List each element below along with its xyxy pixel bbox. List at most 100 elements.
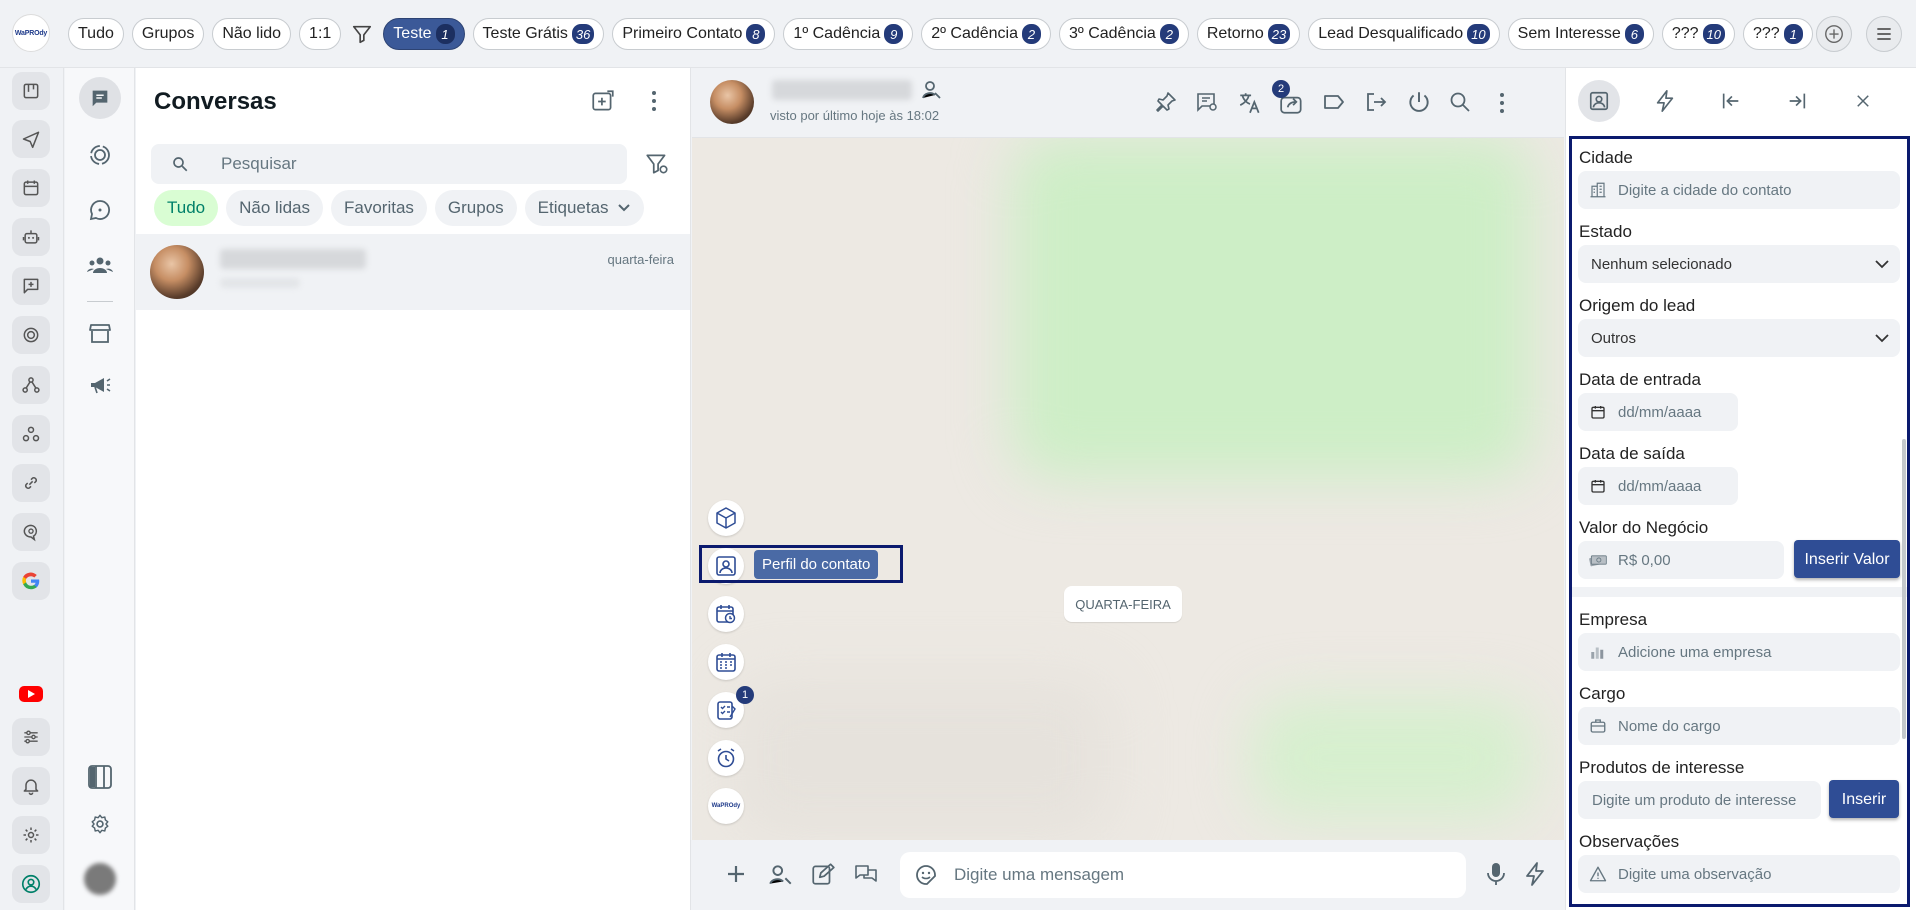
chip-tag-3-cadencia[interactable]: 3º Cadência 2 <box>1059 18 1189 50</box>
communities-icon[interactable] <box>79 244 121 286</box>
cidade-field[interactable]: Digite a cidade do contato <box>1578 171 1900 209</box>
chip-tag-2-cadencia[interactable]: 2º Cadência 2 <box>921 18 1052 50</box>
power-icon[interactable] <box>1406 89 1432 115</box>
collapse-left-button[interactable] <box>1698 68 1764 134</box>
status-icon[interactable] <box>79 134 121 176</box>
plus-circle-icon <box>1825 25 1843 43</box>
filter-icon[interactable] <box>349 18 375 50</box>
link-icon[interactable] <box>12 464 50 502</box>
filter-tab-nao-lidas[interactable]: Não lidas <box>226 190 323 226</box>
chip-tag-teste-gratis[interactable]: Teste Grátis 36 <box>472 18 605 50</box>
kanban-icon[interactable] <box>12 72 50 110</box>
calendar-icon[interactable] <box>12 169 50 207</box>
cube-icon[interactable] <box>708 500 744 536</box>
target-icon[interactable] <box>12 316 50 354</box>
chip-label: Primeiro Contato <box>622 25 743 42</box>
chip-1-1[interactable]: 1:1 <box>299 18 342 50</box>
chat-search-icon[interactable] <box>1448 90 1472 114</box>
webhook-icon[interactable] <box>12 415 50 453</box>
conversation-item[interactable]: quarta-feira <box>136 234 690 310</box>
chip-tag-lead-desqualificado[interactable]: Lead Desqualificado 10 <box>1308 18 1500 50</box>
menu-button[interactable] <box>1866 16 1902 52</box>
saida-date-field[interactable]: dd/mm/aaaa <box>1578 467 1738 505</box>
message-input[interactable] <box>954 852 1454 898</box>
filter-tab-etiquetas[interactable]: Etiquetas <box>524 190 644 226</box>
chip-tag-teste[interactable]: Teste 1 <box>383 18 465 50</box>
contact-link-icon[interactable] <box>920 78 944 102</box>
youtube-icon[interactable] <box>12 675 50 713</box>
count-badge: 2 <box>1022 24 1042 44</box>
microphone-icon[interactable] <box>1486 861 1506 887</box>
chip-tag-sem-interesse[interactable]: Sem Interesse 6 <box>1507 18 1654 50</box>
chip-tag-retorno[interactable]: Retorno 23 <box>1196 18 1301 50</box>
bell-icon[interactable] <box>12 767 50 805</box>
filter-tab-tudo[interactable]: Tudo <box>154 190 219 226</box>
more-vertical-icon[interactable] <box>650 90 658 112</box>
chat-search-icon[interactable] <box>12 513 50 551</box>
pin-icon[interactable] <box>1154 90 1178 114</box>
origem-select[interactable]: Outros <box>1578 319 1900 357</box>
close-panel-button[interactable] <box>1830 68 1896 134</box>
chip-tag-primeiro-contato[interactable]: Primeiro Contato 8 <box>612 18 776 50</box>
tab-automation[interactable] <box>1632 68 1698 134</box>
chip-tudo[interactable]: Tudo <box>68 18 124 50</box>
lightning-icon[interactable] <box>1524 861 1546 887</box>
obs-field[interactable]: Digite uma observação <box>1578 855 1900 893</box>
chats-icon[interactable] <box>79 77 121 119</box>
chip-grupos[interactable]: Grupos <box>131 18 205 50</box>
chip-tag-unknown-2[interactable]: ??? 1 <box>1743 18 1813 50</box>
entrada-date-field[interactable]: dd/mm/aaaa <box>1578 393 1738 431</box>
gear-icon[interactable] <box>12 816 50 854</box>
inserir-valor-button[interactable]: Inserir Valor <box>1794 540 1900 578</box>
translate-count-badge: 2 <box>1272 80 1290 98</box>
collapse-right-button[interactable] <box>1764 68 1830 134</box>
alarm-clock-icon[interactable] <box>708 740 744 776</box>
produtos-field[interactable]: Digite um produto de interesse <box>1578 781 1821 819</box>
contact-share-icon[interactable] <box>768 862 794 888</box>
cargo-field[interactable]: Nome do cargo <box>1578 707 1900 745</box>
search-box <box>151 144 627 184</box>
wapro-logo-button[interactable]: WaPROdy <box>708 788 744 824</box>
chip-nao-lido[interactable]: Não lido <box>212 18 292 50</box>
filter-tab-grupos[interactable]: Grupos <box>434 190 517 226</box>
form-scrollbar[interactable] <box>1902 439 1906 739</box>
chat-add-icon[interactable] <box>12 267 50 305</box>
tab-profile[interactable] <box>1566 68 1632 134</box>
chat-more-icon[interactable] <box>1498 92 1506 114</box>
chip-tag-1-cadencia[interactable]: 1º Cadência 9 <box>783 18 914 50</box>
app-logo[interactable]: WaPROdy <box>12 14 50 52</box>
attach-plus-icon[interactable] <box>724 862 748 886</box>
calendar-grid-icon[interactable] <box>708 644 744 680</box>
user-avatar[interactable] <box>79 858 121 900</box>
add-tag-button[interactable] <box>1816 16 1852 52</box>
exit-icon[interactable] <box>1364 90 1388 114</box>
label-tag-icon[interactable] <box>1322 90 1346 114</box>
megaphone-icon[interactable] <box>79 364 121 406</box>
send-icon[interactable] <box>12 120 50 158</box>
chat-avatar[interactable] <box>710 80 754 124</box>
store-icon[interactable] <box>79 312 121 354</box>
empresa-field[interactable]: Adicione uma empresa <box>1578 633 1900 671</box>
sliders-icon[interactable] <box>12 718 50 756</box>
quick-replies-icon[interactable] <box>853 862 879 886</box>
translate-icon[interactable] <box>1237 90 1263 116</box>
new-chat-icon[interactable] <box>590 88 616 114</box>
settings-gear-icon[interactable] <box>79 803 121 845</box>
filter-tab-favoritas[interactable]: Favoritas <box>331 190 427 226</box>
panel-toggle-icon[interactable] <box>79 756 121 798</box>
emoji-sticker-icon[interactable] <box>914 863 938 887</box>
channels-icon[interactable] <box>79 189 121 231</box>
network-icon[interactable] <box>12 366 50 404</box>
profile-icon[interactable] <box>12 865 50 903</box>
google-icon[interactable] <box>12 562 50 600</box>
search-input[interactable] <box>221 144 611 184</box>
estado-select[interactable]: Nenhum selecionado <box>1578 245 1900 283</box>
robot-icon[interactable] <box>12 218 50 256</box>
chip-tag-unknown-1[interactable]: ??? 10 <box>1661 18 1735 50</box>
edit-note-icon[interactable] <box>810 861 836 887</box>
calendar-clock-icon[interactable] <box>708 596 744 632</box>
inserir-produto-button[interactable]: Inserir <box>1829 780 1899 818</box>
valor-field[interactable]: R$ 0,00 <box>1578 541 1784 579</box>
chat-settings-icon[interactable] <box>1195 90 1219 114</box>
filter-settings-icon[interactable] <box>644 151 670 177</box>
